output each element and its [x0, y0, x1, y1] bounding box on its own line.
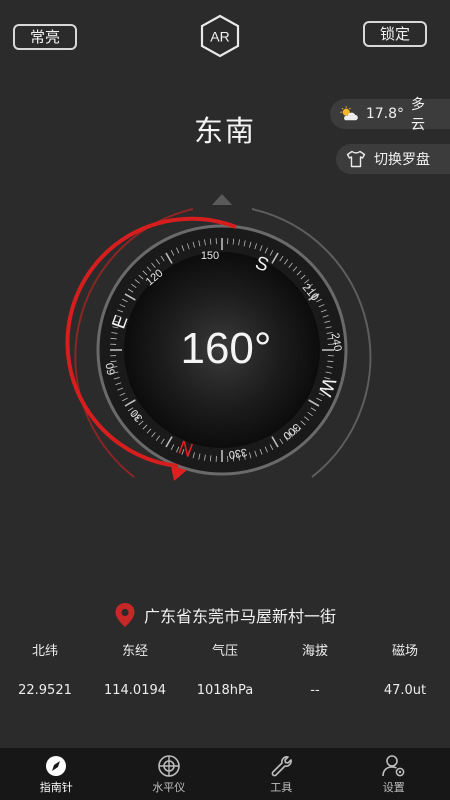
settings-user-icon: [381, 755, 405, 777]
map-pin-icon: [115, 603, 135, 627]
value-magnetic: 47.0ut: [383, 683, 427, 698]
info-labels-row: 北纬 东经 气压 海拔 磁场: [0, 640, 450, 659]
label-latitude: 北纬: [31, 644, 58, 659]
nav-item-compass[interactable]: 指南针: [0, 748, 113, 800]
degree-150: 150: [201, 250, 219, 262]
nav-label-tools: 工具: [270, 781, 293, 794]
ar-label: AR: [210, 29, 229, 45]
compass-icon: [46, 756, 67, 776]
value-altitude: --: [310, 683, 320, 698]
nav-label-compass: 指南针: [39, 781, 73, 794]
location-address: 广东省东莞市马屋新村一街: [143, 607, 336, 626]
value-pressure: 1018hPa: [196, 683, 254, 698]
location-row: 广东省东莞市马屋新村一街: [0, 600, 450, 630]
nav-item-tools[interactable]: 工具: [225, 748, 338, 800]
ar-button[interactable]: AR: [199, 14, 241, 58]
shirt-icon: [346, 150, 366, 168]
label-longitude: 东经: [121, 644, 148, 659]
value-latitude: 22.9521: [18, 683, 72, 698]
degree-60: 60: [104, 362, 118, 376]
label-pressure: 气压: [211, 644, 238, 659]
always-on-button[interactable]: 常亮: [13, 24, 77, 50]
nav-label-settings: 设置: [382, 781, 405, 794]
value-longitude: 114.0194: [103, 683, 167, 698]
info-values-row: 22.9521 114.0194 1018hPa -- 47.0ut: [0, 683, 450, 698]
switch-dial-button[interactable]: 切换罗盘: [336, 144, 450, 174]
level-icon: [157, 755, 180, 777]
compass-dial: S E W N 150 120 210 240 60 30 300 330 16…: [65, 194, 372, 481]
heading-marker: [212, 194, 232, 205]
heading-degrees: 160°: [180, 324, 271, 373]
lock-button[interactable]: 锁定: [363, 21, 427, 47]
weather-temperature: 17.8°: [365, 106, 405, 122]
label-altitude: 海拔: [301, 644, 328, 659]
weather-chip[interactable]: 17.8° 多云: [330, 97, 450, 133]
nav-item-settings[interactable]: 设置: [338, 748, 450, 800]
wrench-icon: [271, 756, 293, 777]
label-magnetic: 磁场: [391, 644, 418, 659]
switch-dial-label: 切换罗盘: [374, 152, 430, 168]
nav-item-level[interactable]: 水平仪: [113, 748, 226, 800]
bottom-nav: 指南针 水平仪 工具 设置: [0, 748, 450, 800]
nav-label-level: 水平仪: [152, 781, 186, 794]
weather-condition: 多云: [411, 97, 426, 133]
partly-cloudy-icon: [340, 106, 358, 121]
